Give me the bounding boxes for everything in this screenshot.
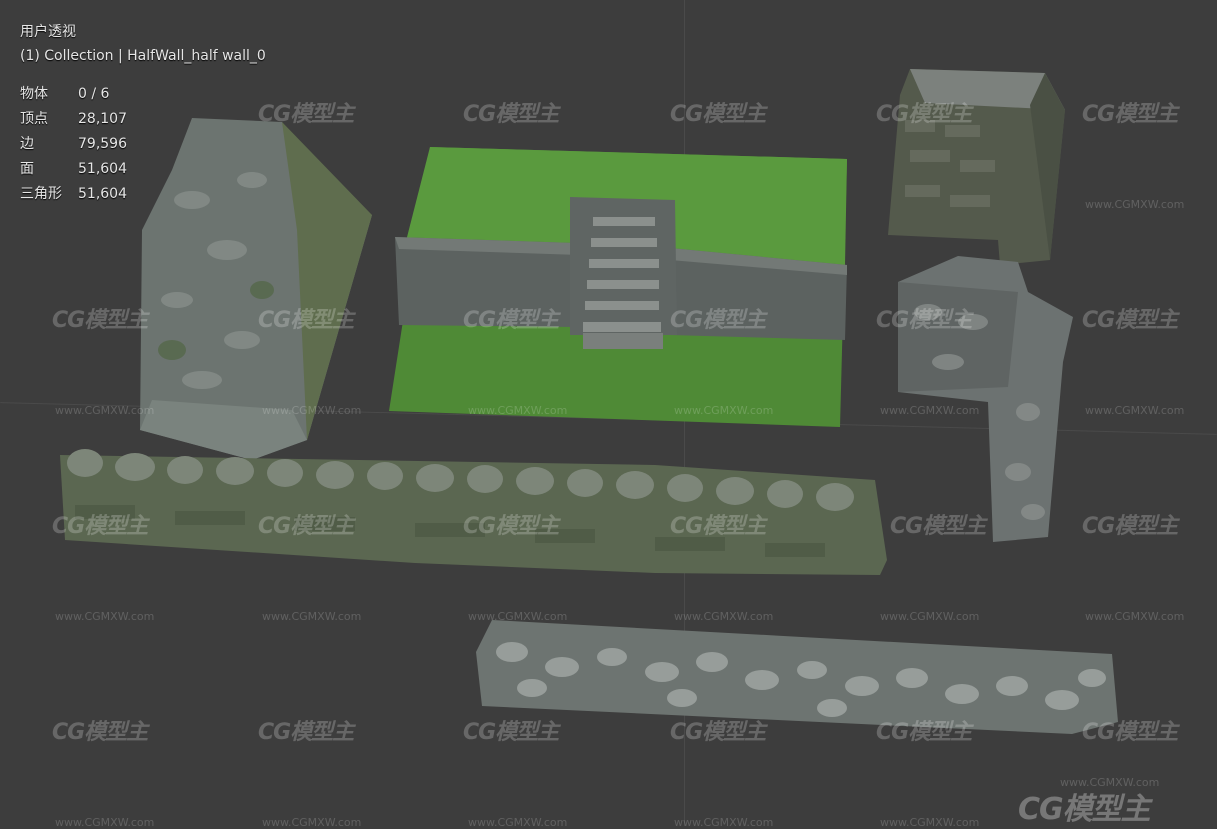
- ruin-wall-mesh[interactable]: [888, 252, 1088, 542]
- watermark-url: www.CGMXW.com: [55, 816, 155, 829]
- corner-wall-mesh[interactable]: [880, 65, 1070, 265]
- watermark-url: www.CGMXW.com: [55, 610, 155, 623]
- watermark-logo: CG模型主: [258, 102, 354, 127]
- watermark-logo: CG模型主: [1082, 308, 1178, 333]
- watermark-logo: CG模型主: [52, 514, 148, 539]
- watermark-url: www.CGMXW.com: [1085, 198, 1185, 211]
- watermark-url: www.CGMXW.com: [468, 610, 568, 623]
- stat-label-vertices: 顶点: [20, 111, 48, 127]
- watermark-logo: CG模型主: [463, 102, 559, 127]
- watermark-logo: CG模型主: [876, 102, 972, 127]
- stat-label-edges: 边: [20, 136, 34, 152]
- watermark-url: www.CGMXW.com: [674, 404, 774, 417]
- watermark-logo: CG模型主: [52, 308, 148, 333]
- stat-value-vertices: 28,107: [78, 111, 127, 127]
- watermark-logo: CG模型主: [1082, 514, 1178, 539]
- stat-label-faces: 面: [20, 161, 34, 177]
- watermark-url: www.CGMXW.com: [1085, 610, 1185, 623]
- watermark-url: www.CGMXW.com: [880, 816, 980, 829]
- stat-value-objects: 0 / 6: [78, 86, 110, 102]
- stat-label-triangles: 三角形: [20, 186, 62, 202]
- watermark-url: www.CGMXW.com: [674, 816, 774, 829]
- grass-steps-mesh[interactable]: [385, 145, 855, 435]
- stat-value-triangles: 51,604: [78, 186, 127, 202]
- watermark-url: www.CGMXW.com: [262, 404, 362, 417]
- watermark-logo: CG模型主: [258, 308, 354, 333]
- stat-label-objects: 物体: [20, 86, 48, 102]
- view-name: 用户透视: [20, 24, 76, 40]
- stat-value-edges: 79,596: [78, 136, 127, 152]
- watermark-url: www.CGMXW.com: [674, 610, 774, 623]
- watermark-logo: CG模型主: [670, 720, 766, 745]
- watermark-logo: CG模型主: [876, 720, 972, 745]
- watermark-logo: CG模型主: [1082, 720, 1178, 745]
- watermark-logo: CG模型主: [258, 514, 354, 539]
- viewport-info-overlay: 用户透视 (1) Collection | HalfWall_half wall…: [20, 22, 266, 204]
- watermark-logo: CG模型主: [670, 102, 766, 127]
- scene-statistics: 物体 0 / 6 顶点 28,107 边 79,596 面 51,604 三角形…: [20, 84, 266, 204]
- watermark-logo-large: CG模型主: [1018, 792, 1151, 827]
- watermark-logo: CG模型主: [463, 720, 559, 745]
- watermark-url: www.CGMXW.com: [468, 404, 568, 417]
- watermark-logo: CG模型主: [670, 514, 766, 539]
- watermark-url: www.CGMXW.com: [468, 816, 568, 829]
- watermark-url: www.CGMXW.com: [880, 404, 980, 417]
- watermark-url: www.CGMXW.com: [55, 404, 155, 417]
- collection-label: (1) Collection | HalfWall_half wall_0: [20, 48, 266, 64]
- watermark-url: www.CGMXW.com: [1085, 404, 1185, 417]
- watermark-logo: CG模型主: [876, 308, 972, 333]
- watermark-logo: CG模型主: [463, 308, 559, 333]
- watermark-logo: CG模型主: [670, 308, 766, 333]
- watermark-logo: CG模型主: [52, 720, 148, 745]
- watermark-logo: CG模型主: [1082, 102, 1178, 127]
- watermark-url: www.CGMXW.com: [262, 610, 362, 623]
- watermark-logo: CG模型主: [258, 720, 354, 745]
- watermark-logo: CG模型主: [890, 514, 986, 539]
- flat-stone-wall-mesh[interactable]: [472, 612, 1122, 742]
- watermark-logo: CG模型主: [463, 514, 559, 539]
- watermark-url: www.CGMXW.com: [880, 610, 980, 623]
- watermark-url: www.CGMXW.com: [1060, 776, 1160, 789]
- 3d-viewport[interactable]: CG模型主 CG模型主 CG模型主 CG模型主 CG模型主 CG模型主 CG模型…: [0, 0, 1217, 829]
- stat-value-faces: 51,604: [78, 161, 127, 177]
- watermark-url: www.CGMXW.com: [262, 816, 362, 829]
